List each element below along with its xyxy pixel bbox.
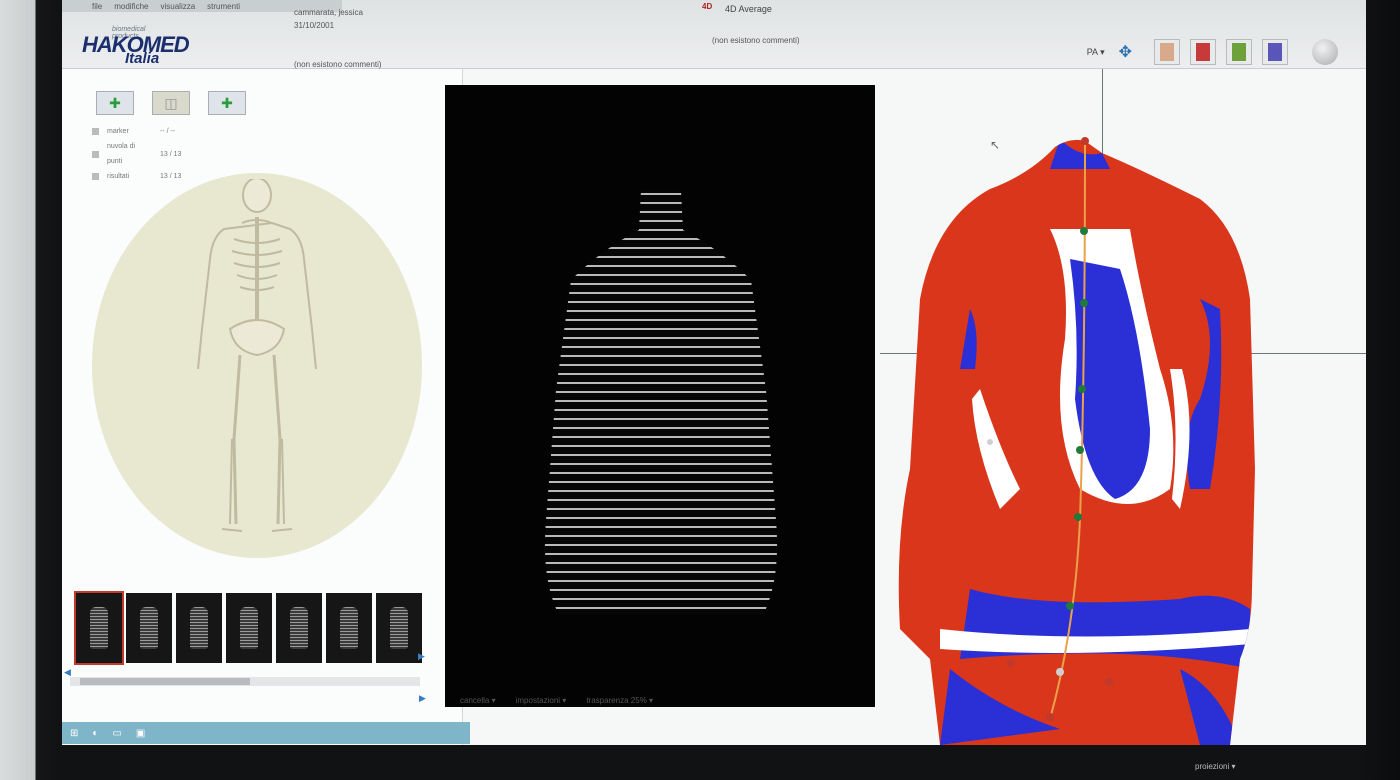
legend-row[interactable]: marker -- / -- [92,124,181,139]
legend-label: risultati [107,173,130,180]
legend-row[interactable]: nuvola di punti 13 / 13 [92,139,181,169]
back-scan-thumb [290,607,308,649]
back-scan-thumb [390,607,408,649]
back-scan-thumb [240,607,258,649]
reference-marker [987,439,993,445]
patient-date: 31/10/2001 [294,21,335,30]
vertebra-marker [1066,602,1074,610]
view-heatmap-button[interactable] [1190,39,1216,65]
back-stripe-projection [544,190,778,615]
scan-thumbnail[interactable] [74,591,124,665]
view-surface-button[interactable] [1154,39,1180,65]
curvature-map [898,137,1255,745]
plus-arrows-icon: ✚ [221,94,233,111]
checkbox[interactable] [92,150,99,158]
header: file modifiche visualizza strumenti biom… [62,0,1366,69]
os-taskbar: ⊞ ◐ ▭ ▣ [62,700,1366,745]
raster-scan-view[interactable] [445,85,875,707]
torso-spine-icon [1268,43,1282,61]
vertebra-marker [1080,227,1088,235]
torso-surface-icon [1160,43,1174,61]
view-skeleton-button[interactable] [1226,39,1252,65]
torso-skeleton-icon [1232,43,1246,61]
vertebra-marker [1078,385,1086,393]
scan-thumbnails [74,591,422,665]
plus-arrows-icon: ✚ [109,94,121,111]
checkbox[interactable] [92,128,99,135]
legend-value: -- / -- [160,128,176,135]
scan-thumbnail[interactable] [276,593,322,663]
sphere-icon[interactable] [1312,39,1338,65]
scan-thumbnail[interactable] [176,593,222,663]
left-panel: ✚ ◫ ✚ marker -- / -- nuvola di punti 13 / … [62,69,463,745]
dimple-marker-right [1105,678,1113,686]
layer-legend: marker -- / -- nuvola di punti 13 / 13 ris… [92,124,181,184]
menu-edit[interactable]: modifiche [114,2,148,11]
left-toolbar: ✚ ◫ ✚ [96,91,246,115]
legend-value: 13 / 13 [160,173,182,180]
scan-thumbnail[interactable] [226,593,272,663]
vertebra-marker [1074,513,1082,521]
vertebra-marker-sacrum [1056,668,1064,676]
scan-thumbnail[interactable] [376,593,422,663]
logo-sub: Italia [125,50,160,67]
legend-label: nuvola di punti [107,143,136,165]
projections-label: proiezioni [1195,762,1230,771]
vertebra-marker-prominens [1081,137,1089,145]
torso-heatmap-icon [1196,43,1210,61]
vertebra-marker [1076,446,1084,454]
thumbnail-scrollbar[interactable] [70,677,420,686]
back-scan-thumb [340,607,358,649]
taskbar-strip: ⊞ ◐ ▭ ▣ [62,722,470,744]
app-icon[interactable]: ▣ [136,728,145,739]
patient-info: cammarata, jessica 31/10/2001 (non esist… [294,6,382,69]
back-scan-thumb [90,607,108,649]
select-icon: ◫ [164,94,178,111]
scan-thumbnail[interactable] [126,593,172,663]
scan-thumbnail[interactable] [326,593,372,663]
menu-file[interactable]: file [92,2,102,11]
select-button[interactable]: ◫ [152,91,190,115]
mouse-pointer-icon: ↖ [990,138,1001,152]
browser-icon[interactable]: ◐ [92,728,98,739]
add-point-button[interactable]: ✚ [208,91,246,115]
thumbs-next-arrow-icon[interactable]: ▶ [418,651,425,662]
projections-dropdown[interactable]: proiezioni ▾ [1195,762,1236,771]
analysis-comment: (non esistono commenti) [712,36,800,45]
checkbox[interactable] [92,173,99,180]
analysis-title: 4D Average [725,4,772,14]
menu-view[interactable]: visualizza [160,2,195,11]
projection-label: PA [1086,46,1098,57]
legend-value: 13 / 13 [160,150,182,158]
analysis-badge-icon: 4D [702,2,713,11]
center-arrows-icon[interactable]: ✥ [1119,42,1132,62]
start-icon[interactable]: ⊞ [70,728,78,739]
hakomed-logo: biomedical products HAKOMED Italia [82,24,190,67]
scrollbar-thumb[interactable] [80,678,250,685]
surface-heatmap-view[interactable] [880,69,1366,745]
legend-label: marker [107,128,129,135]
skeleton-figure [197,179,317,532]
projection-select[interactable]: PA ▾ [1087,47,1105,58]
back-scan-thumb [190,607,208,649]
back-scan-thumb [140,607,158,649]
view-spine-button[interactable] [1262,39,1288,65]
view-toolbar: PA ▾ ✥ [1087,36,1338,68]
dimple-marker-left [1007,659,1015,667]
menu-tools[interactable]: strumenti [207,2,240,11]
patient-name: cammarata, jessica [294,8,363,17]
vertebra-marker [1080,299,1088,307]
folder-icon[interactable]: ▭ [112,728,121,739]
legend-row[interactable]: risultati 13 / 13 [92,169,181,184]
app-window: file modifiche visualizza strumenti biom… [62,0,1366,745]
add-marker-button[interactable]: ✚ [96,91,134,115]
